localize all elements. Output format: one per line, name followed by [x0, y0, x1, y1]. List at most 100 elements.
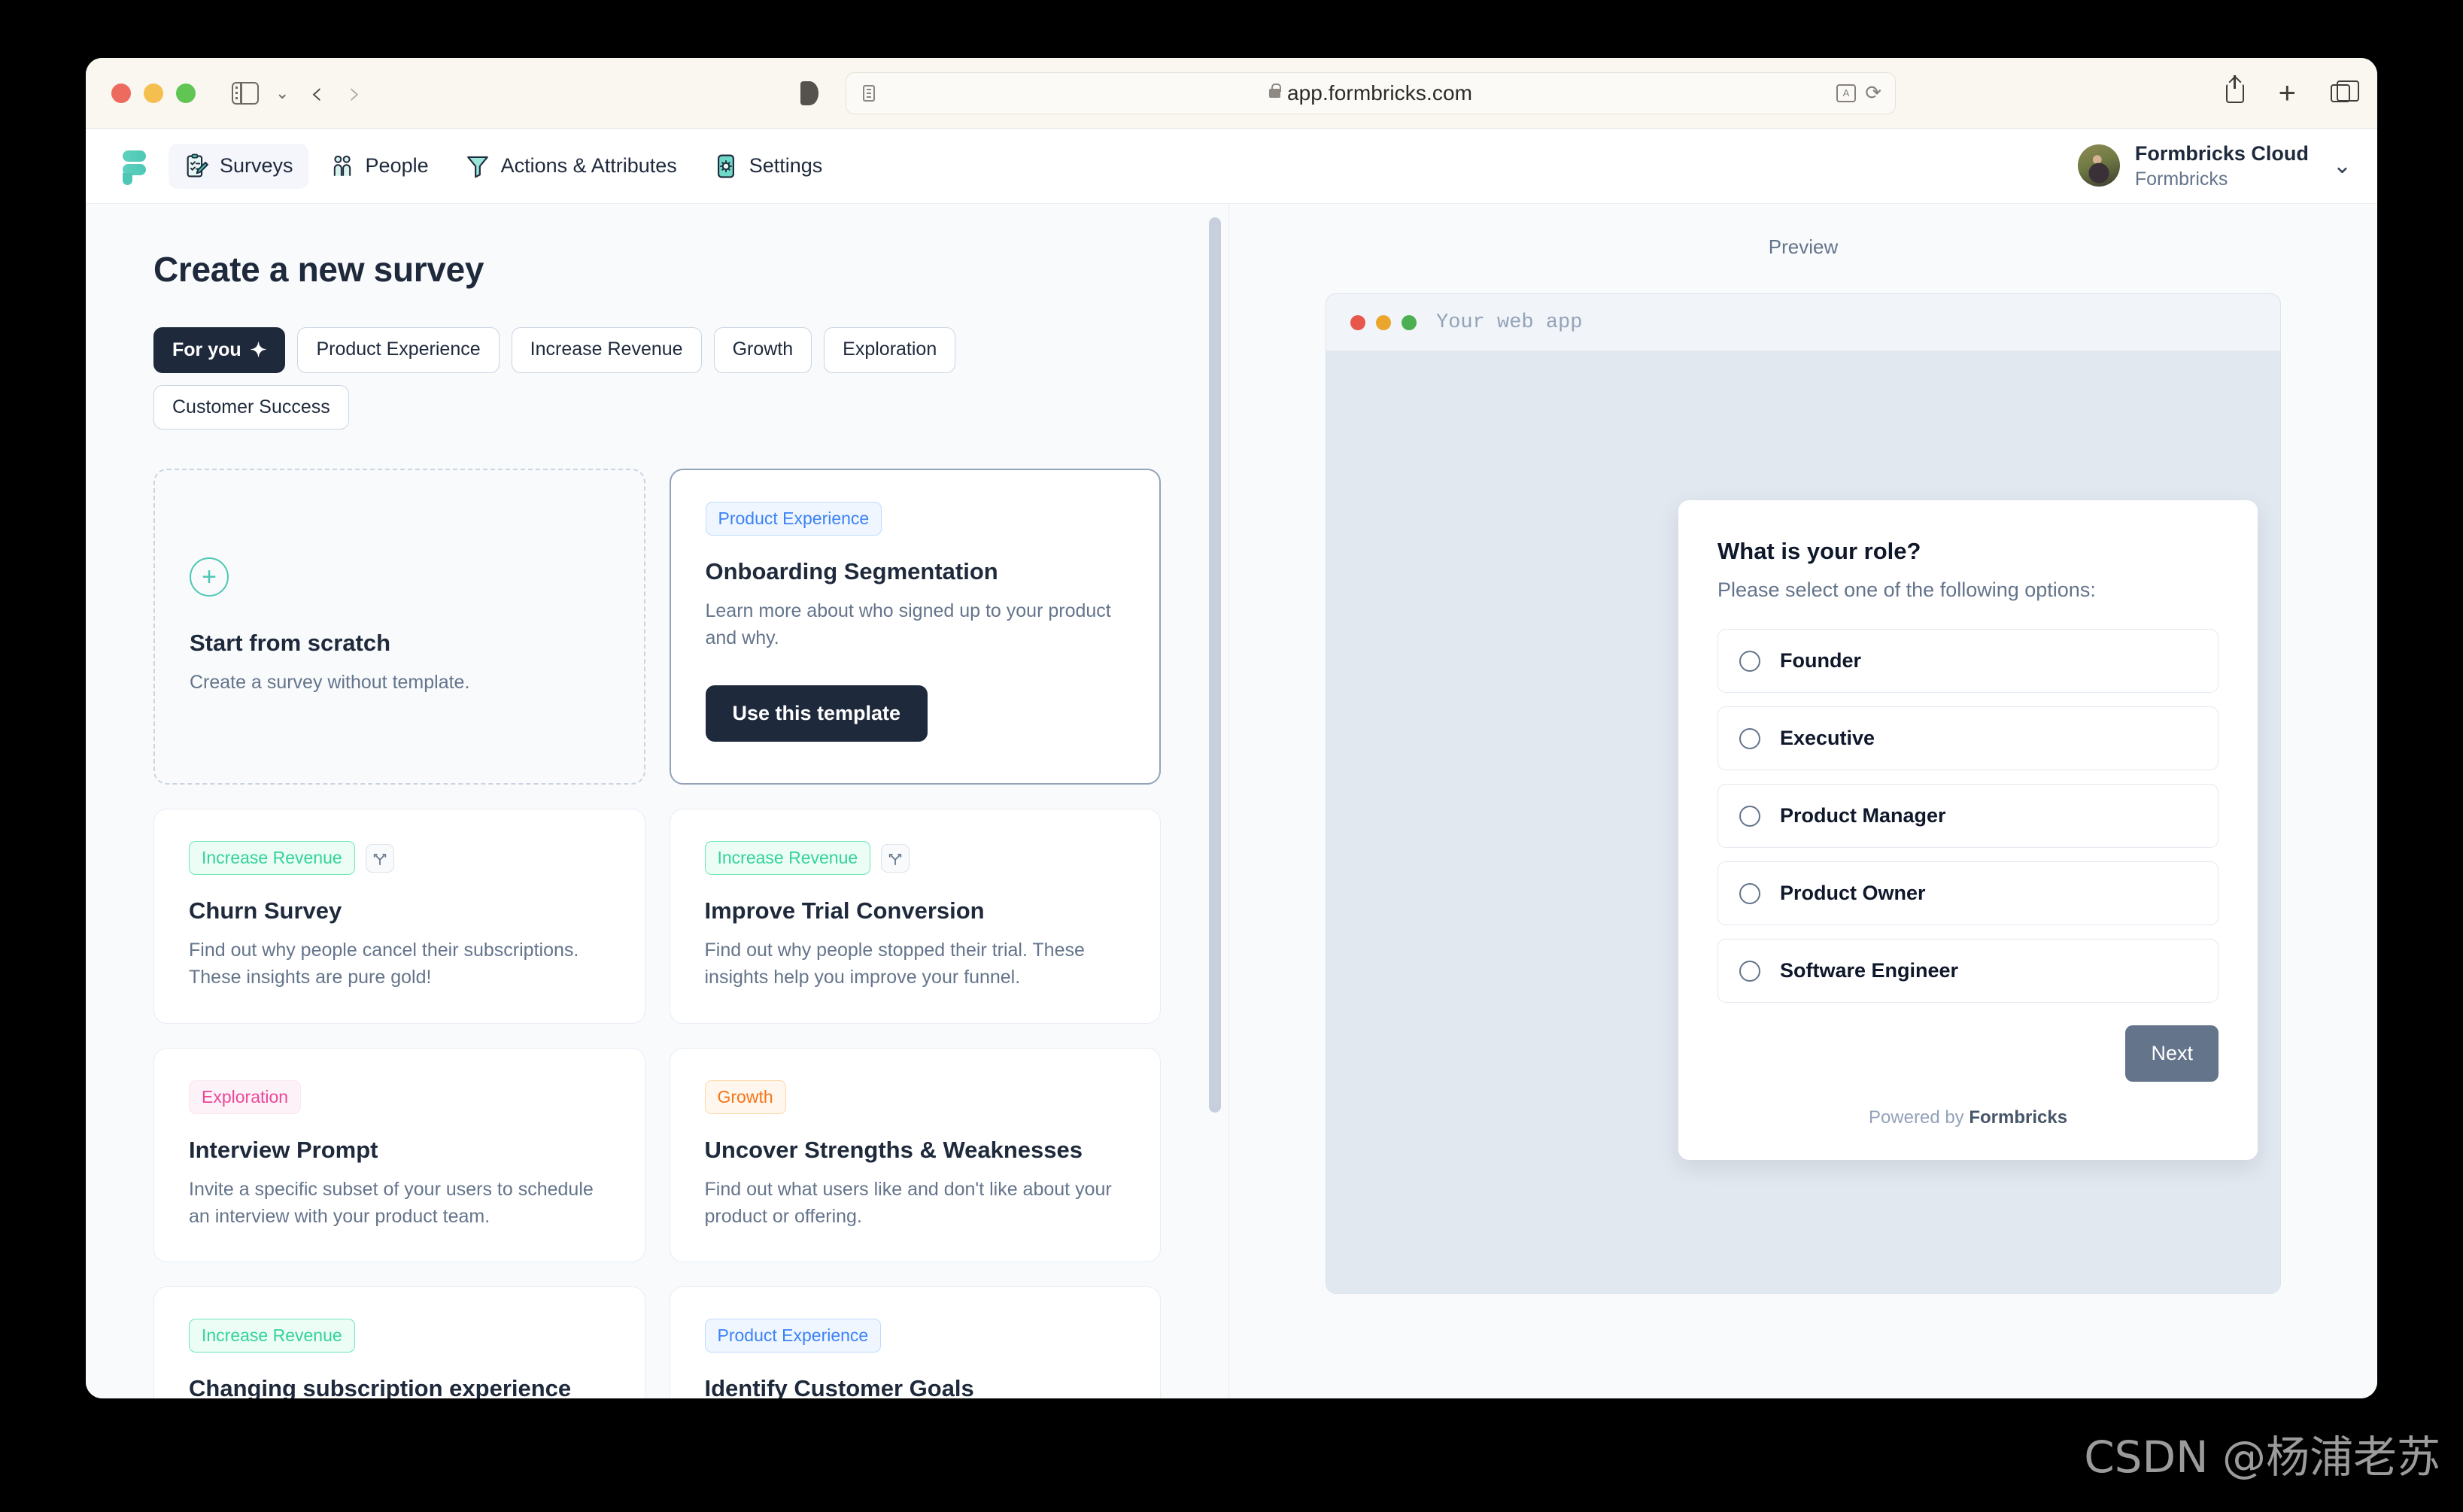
scrollbar-thumb[interactable]: [1209, 217, 1221, 1113]
filter-chip-growth[interactable]: Growth: [713, 327, 812, 373]
nav-item-settings[interactable]: Settings: [698, 144, 838, 189]
filter-chip-for-you[interactable]: For you ✦: [153, 327, 286, 373]
avatar: [2077, 144, 2120, 187]
nav-item-label: Settings: [749, 154, 823, 177]
filter-chip-customer-success[interactable]: Customer Success: [153, 385, 349, 430]
survey-question: What is your role?: [1717, 538, 1921, 564]
powered-by-prefix: Powered by: [1868, 1107, 1969, 1128]
status-badge: Product Experience: [704, 1319, 882, 1353]
survey-option-product-owner[interactable]: Product Owner: [1717, 861, 2219, 925]
filter-chip-label: For you: [172, 339, 241, 360]
badge-row: Growth: [704, 1079, 1126, 1114]
powered-by-brand: Formbricks: [1969, 1107, 2068, 1128]
page-title: Create a new survey: [153, 250, 484, 289]
sparkles-icon: ✦: [250, 339, 267, 361]
minimize-window-button[interactable]: [144, 83, 163, 103]
badge-row: Increase Revenue: [189, 841, 610, 875]
status-badge: Product Experience: [705, 502, 882, 536]
card-title: Uncover Strengths & Weaknesses: [704, 1136, 1083, 1163]
radio-icon[interactable]: [1739, 882, 1760, 904]
card-title: Changing subscription experience: [189, 1375, 572, 1398]
account-text: Formbricks Cloud Formbricks: [2135, 141, 2309, 191]
template-card-identify-customer-goals[interactable]: Product Experience Identify Customer Goa…: [669, 1286, 1161, 1398]
nav-item-people[interactable]: People: [314, 144, 444, 189]
close-window-button[interactable]: [111, 83, 131, 103]
card-title: Onboarding Segmentation: [705, 558, 998, 584]
chevron-down-icon[interactable]: ⌄: [2333, 153, 2352, 179]
account-switcher[interactable]: Formbricks Cloud Formbricks ⌄: [2077, 141, 2352, 191]
card-title: Interview Prompt: [189, 1136, 378, 1163]
radio-icon[interactable]: [1739, 805, 1760, 827]
nav-item-actions-attributes[interactable]: Actions & Attributes: [450, 144, 692, 189]
new-tab-button[interactable]: +: [2279, 78, 2296, 108]
card-description: Find out what users like and don't like …: [704, 1178, 1112, 1227]
privacy-shield-icon[interactable]: [800, 80, 818, 105]
card-title: Start from scratch: [190, 629, 391, 656]
template-list-scrollbar[interactable]: [1209, 217, 1221, 1398]
back-button[interactable]: ‹: [310, 77, 323, 109]
branch-logic-icon: [881, 843, 910, 873]
survey-option-product-manager[interactable]: Product Manager: [1717, 784, 2219, 848]
sidebar-toggle-icon[interactable]: [232, 81, 259, 105]
next-button[interactable]: Next: [2125, 1025, 2219, 1082]
survey-option-label: Product Manager: [1780, 804, 1946, 827]
mock-browser-title: Your web app: [1436, 311, 1583, 334]
window-traffic-lights: [111, 83, 196, 103]
mock-browser: Your web app What is your role? Please s…: [1326, 293, 2281, 1294]
category-filter-row: For you ✦ Product Experience Increase Re…: [153, 327, 1161, 430]
survey-option-founder[interactable]: Founder: [1717, 629, 2219, 693]
reader-view-icon[interactable]: [863, 84, 875, 102]
badge-row: Exploration: [189, 1079, 610, 1114]
url-text: app.formbricks.com: [1286, 80, 1473, 105]
filter-chip-product-experience[interactable]: Product Experience: [297, 327, 500, 373]
filter-chip-increase-revenue[interactable]: Increase Revenue: [511, 327, 702, 373]
nav-item-surveys[interactable]: Surveys: [169, 143, 308, 189]
template-card-interview-prompt[interactable]: Exploration Interview Prompt Invite a sp…: [153, 1047, 645, 1262]
funnel-icon: [466, 156, 488, 178]
navigation-arrows: ‹ ›: [310, 77, 361, 109]
survey-subtitle: Please select one of the following optio…: [1717, 578, 2096, 601]
status-badge: Increase Revenue: [189, 841, 355, 875]
card-title: Improve Trial Conversion: [704, 897, 985, 924]
maximize-window-button[interactable]: [176, 83, 196, 103]
branch-logic-icon: [365, 843, 394, 873]
mock-maximize-dot: [1402, 314, 1417, 330]
status-badge: Increase Revenue: [189, 1319, 355, 1353]
app-navbar: Surveys People Actions & Attributes Sett…: [86, 129, 2377, 204]
survey-option-software-engineer[interactable]: Software Engineer: [1717, 939, 2219, 1003]
badge-row: Increase Revenue: [189, 1319, 610, 1353]
account-org: Formbricks: [2134, 168, 2228, 190]
gear-phone-icon: [717, 153, 734, 178]
status-badge: Increase Revenue: [704, 841, 871, 875]
template-card-changing-subscription-experience[interactable]: Increase Revenue Changing subscription e…: [153, 1286, 645, 1398]
survey-option-label: Executive: [1780, 727, 1875, 749]
tabs-icon[interactable]: [2331, 80, 2359, 102]
radio-icon[interactable]: [1739, 960, 1760, 982]
badge-row: Increase Revenue: [704, 841, 1126, 875]
template-grid: + Start from scratch Create a survey wit…: [153, 469, 1161, 1398]
radio-icon[interactable]: [1739, 650, 1760, 672]
clipboard-pencil-icon: [187, 153, 208, 178]
template-card-onboarding-segmentation[interactable]: Product Experience Onboarding Segmentati…: [669, 469, 1161, 785]
template-card-churn-survey[interactable]: Increase Revenue Churn Survey Find out w…: [153, 809, 645, 1024]
chevron-down-icon[interactable]: ⌄: [275, 84, 289, 102]
address-bar[interactable]: app.formbricks.com A ⟳: [846, 71, 1896, 114]
radio-icon[interactable]: [1739, 727, 1760, 749]
card-description: Invite a specific subset of your users t…: [189, 1178, 594, 1227]
translate-icon[interactable]: A: [1836, 83, 1856, 102]
start-from-scratch-card[interactable]: + Start from scratch Create a survey wit…: [153, 469, 645, 785]
use-this-template-button[interactable]: Use this template: [705, 685, 928, 742]
formbricks-logo[interactable]: [116, 148, 146, 185]
forward-button[interactable]: ›: [348, 77, 361, 109]
reload-button[interactable]: ⟳: [1865, 81, 1881, 105]
filter-chip-exploration[interactable]: Exploration: [824, 327, 956, 373]
nav-item-label: Surveys: [220, 154, 293, 177]
card-title: Identify Customer Goals: [704, 1375, 974, 1398]
share-icon[interactable]: [2225, 74, 2244, 103]
badge-row: Product Experience: [704, 1319, 1126, 1353]
card-description: Find out why people cancel their subscri…: [189, 940, 579, 988]
template-card-uncover-strengths-weaknesses[interactable]: Growth Uncover Strengths & Weaknesses Fi…: [669, 1047, 1161, 1262]
powered-by: Powered by Formbricks: [1717, 1107, 2219, 1128]
template-card-improve-trial-conversion[interactable]: Increase Revenue Improve Trial Conversio…: [669, 809, 1161, 1024]
survey-option-executive[interactable]: Executive: [1717, 706, 2219, 770]
